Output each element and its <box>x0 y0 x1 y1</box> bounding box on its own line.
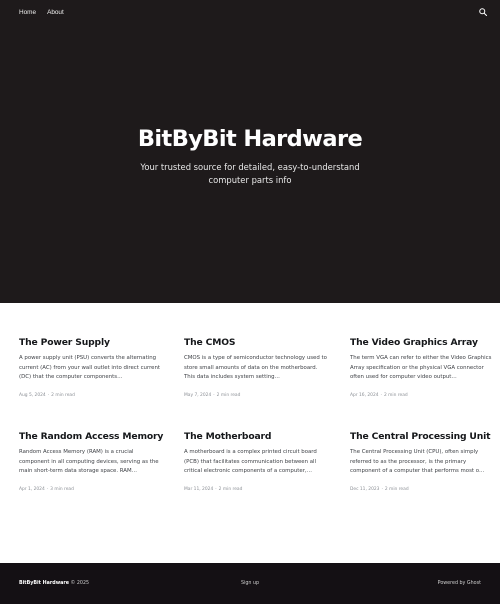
post-excerpt: The term VGA can refer to either the Vid… <box>350 355 492 381</box>
post-excerpt: A motherboard is a complex printed circu… <box>184 449 317 475</box>
post-card[interactable]: The CMOS CMOS is a type of semiconductor… <box>184 337 327 398</box>
meta-separator: · <box>47 393 50 399</box>
post-date: Apr 16, 2024 <box>350 393 379 399</box>
meta-separator: · <box>380 393 382 399</box>
post-read-time: 2 min read <box>51 393 75 399</box>
nav-link-about[interactable]: About <box>47 9 64 16</box>
post-card[interactable]: The Motherboard A motherboard is a compl… <box>184 431 327 492</box>
post-title[interactable]: The CMOS <box>184 337 327 348</box>
post-title[interactable]: The Motherboard <box>184 431 327 442</box>
search-button[interactable] <box>477 6 489 18</box>
signup-link[interactable]: Sign up <box>241 581 259 586</box>
post-card[interactable]: The Central Processing Unit The Central … <box>350 431 493 492</box>
nav-links: Home About <box>19 9 64 16</box>
post-meta: Dec 11, 2023 · 2 min read <box>350 487 493 492</box>
post-meta: Aug 5, 2024 · 2 min read <box>19 393 162 398</box>
post-date: May 7, 2024 <box>184 393 212 399</box>
meta-separator: · <box>213 393 215 399</box>
site-description: Your trusted source for detailed, easy-t… <box>140 162 360 185</box>
post-meta: Mar 11, 2024 · 2 min read <box>184 487 327 492</box>
main-nav: Home About <box>0 0 500 24</box>
post-card[interactable]: The Video Graphics Array The term VGA ca… <box>350 337 493 398</box>
post-meta: Apr 1, 2024 · 3 min read <box>19 487 162 492</box>
post-excerpt: Random Access Memory (RAM) is a crucial … <box>19 449 159 475</box>
post-card[interactable]: The Random Access Memory Random Access M… <box>19 431 163 492</box>
post-read-time: 2 min read <box>216 393 241 399</box>
post-read-time: 2 min read <box>383 393 408 399</box>
post-date: Apr 1, 2024 <box>19 487 45 493</box>
meta-separator: · <box>381 487 383 493</box>
meta-separator: · <box>215 487 217 493</box>
post-title[interactable]: The Central Processing Unit <box>350 431 493 442</box>
search-icon <box>479 8 487 16</box>
hero-content: BitByBit Hardware Your trusted source fo… <box>0 126 500 187</box>
post-title[interactable]: The Random Access Memory <box>19 431 163 442</box>
post-excerpt: A power supply unit (PSU) converts the a… <box>19 355 161 381</box>
copyright-text: © 2025 <box>70 581 90 586</box>
site-footer: BitByBit Hardware © 2025 Sign up Powered… <box>0 563 500 604</box>
post-title[interactable]: The Video Graphics Array <box>350 337 493 348</box>
site-title: BitByBit Hardware <box>137 126 363 152</box>
post-date: Aug 5, 2024 <box>19 393 46 399</box>
post-read-time: 2 min read <box>218 487 243 493</box>
post-excerpt: CMOS is a type of semiconductor technolo… <box>184 355 327 381</box>
post-date: Dec 11, 2023 <box>350 487 380 493</box>
nav-link-home[interactable]: Home <box>19 9 36 16</box>
footer-brand-link[interactable]: BitByBit Hardware <box>19 581 69 586</box>
post-read-time: 3 min read <box>50 487 74 493</box>
footer-copyright: BitByBit Hardware © 2025 <box>19 581 89 586</box>
post-title[interactable]: The Power Supply <box>19 337 162 348</box>
post-date: Mar 11, 2024 <box>184 487 214 493</box>
site-header: Home About BitByBit Hardware Your truste… <box>0 0 500 303</box>
post-meta: Apr 16, 2024 · 2 min read <box>350 393 493 398</box>
post-excerpt: The Central Processing Unit (CPU), often… <box>350 449 485 475</box>
post-card[interactable]: The Power Supply A power supply unit (PS… <box>19 337 162 398</box>
post-feed: The Power Supply A power supply unit (PS… <box>0 303 500 563</box>
powered-by-link[interactable]: Powered by Ghost <box>438 581 481 586</box>
post-meta: May 7, 2024 · 2 min read <box>184 393 327 398</box>
post-read-time: 2 min read <box>384 487 409 493</box>
meta-separator: · <box>46 487 49 493</box>
